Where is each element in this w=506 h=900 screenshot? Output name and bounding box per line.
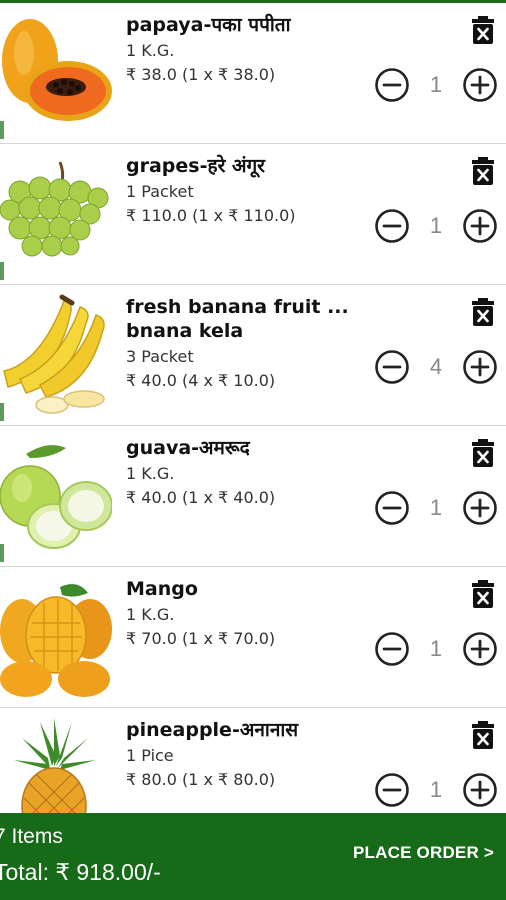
plus-circle-icon[interactable] bbox=[462, 772, 498, 808]
items-count: 7 Items bbox=[0, 825, 63, 848]
item-unit: 1 Pice bbox=[126, 746, 174, 765]
quantity-stepper: 1 bbox=[374, 67, 498, 105]
mango-image bbox=[0, 575, 112, 699]
minus-circle-icon[interactable] bbox=[374, 772, 410, 808]
minus-circle-icon[interactable] bbox=[374, 349, 410, 385]
minus-circle-icon[interactable] bbox=[374, 208, 410, 244]
cart-total: Total: ₹ 918.00/- bbox=[0, 859, 161, 885]
item-price: ₹ 110.0 (1 x ₹ 110.0) bbox=[126, 206, 296, 225]
plus-circle-icon[interactable] bbox=[462, 208, 498, 244]
image-edge bbox=[0, 262, 4, 280]
minus-circle-icon[interactable] bbox=[374, 631, 410, 667]
item-price: ₹ 40.0 (4 x ₹ 10.0) bbox=[126, 371, 276, 390]
quantity-value: 1 bbox=[429, 636, 443, 661]
quantity-stepper: 1 bbox=[374, 772, 498, 810]
trash-icon[interactable] bbox=[470, 15, 496, 45]
image-edge bbox=[0, 544, 4, 562]
image-edge bbox=[0, 403, 4, 421]
cart-item: Mango 1 K.G. ₹ 70.0 (1 x ₹ 70.0) 1 bbox=[0, 567, 506, 708]
item-price: ₹ 80.0 (1 x ₹ 80.0) bbox=[126, 770, 276, 789]
trash-icon[interactable] bbox=[470, 297, 496, 327]
item-price: ₹ 70.0 (1 x ₹ 70.0) bbox=[126, 629, 276, 648]
papaya-image bbox=[0, 11, 112, 135]
plus-circle-icon[interactable] bbox=[462, 631, 498, 667]
item-unit: 1 K.G. bbox=[126, 464, 175, 483]
image-edge bbox=[0, 121, 4, 139]
item-name-line-1: fresh banana fruit ... bbox=[126, 296, 349, 318]
quantity-value: 1 bbox=[429, 72, 443, 97]
cart-footer: 7 Items Total: ₹ 918.00/- PLACE ORDER > bbox=[0, 813, 506, 900]
item-unit: 3 Packet bbox=[126, 347, 194, 366]
trash-icon[interactable] bbox=[470, 438, 496, 468]
item-unit: 1 K.G. bbox=[126, 41, 175, 60]
item-unit: 1 K.G. bbox=[126, 605, 175, 624]
item-name-line-2: bnana kela bbox=[126, 320, 244, 342]
minus-circle-icon[interactable] bbox=[374, 490, 410, 526]
plus-circle-icon[interactable] bbox=[462, 490, 498, 526]
cart-item: papaya-पका पपीता 1 K.G. ₹ 38.0 (1 x ₹ 38… bbox=[0, 3, 506, 144]
quantity-stepper: 4 bbox=[374, 349, 498, 387]
quantity-value: 1 bbox=[429, 213, 443, 238]
cart-item: guava-अमरूद 1 K.G. ₹ 40.0 (1 x ₹ 40.0) 1 bbox=[0, 426, 506, 567]
place-order-button[interactable]: PLACE ORDER > bbox=[353, 843, 494, 863]
item-name: pineapple-अनानास bbox=[126, 719, 299, 741]
cart-item: grapes-हरे अंगूर 1 Packet ₹ 110.0 (1 x ₹… bbox=[0, 144, 506, 285]
item-price: ₹ 38.0 (1 x ₹ 38.0) bbox=[126, 65, 276, 84]
plus-circle-icon[interactable] bbox=[462, 349, 498, 385]
quantity-value: 1 bbox=[429, 495, 443, 520]
cart-list[interactable]: papaya-पका पपीता 1 K.G. ₹ 38.0 (1 x ₹ 38… bbox=[0, 3, 506, 813]
item-unit: 1 Packet bbox=[126, 182, 194, 201]
trash-icon[interactable] bbox=[470, 720, 496, 750]
pineapple-image bbox=[0, 716, 112, 813]
item-name: grapes-हरे अंगूर bbox=[126, 155, 265, 177]
minus-circle-icon[interactable] bbox=[374, 67, 410, 103]
plus-circle-icon[interactable] bbox=[462, 67, 498, 103]
item-name: guava-अमरूद bbox=[126, 437, 250, 459]
grapes-image bbox=[0, 152, 112, 276]
guava-image bbox=[0, 434, 112, 558]
quantity-stepper: 1 bbox=[374, 208, 498, 246]
item-name: papaya-पका पपीता bbox=[126, 14, 291, 36]
banana-image bbox=[0, 293, 112, 417]
trash-icon[interactable] bbox=[470, 156, 496, 186]
quantity-value: 4 bbox=[429, 354, 443, 379]
quantity-stepper: 1 bbox=[374, 631, 498, 669]
trash-icon[interactable] bbox=[470, 579, 496, 609]
item-price: ₹ 40.0 (1 x ₹ 40.0) bbox=[126, 488, 276, 507]
item-name: Mango bbox=[126, 578, 198, 600]
item-name: fresh banana fruit ... bnana kela bbox=[126, 295, 366, 343]
quantity-value: 1 bbox=[429, 777, 443, 802]
quantity-stepper: 1 bbox=[374, 490, 498, 528]
cart-item: fresh banana fruit ... bnana kela 3 Pack… bbox=[0, 285, 506, 426]
cart-item: pineapple-अनानास 1 Pice ₹ 80.0 (1 x ₹ 80… bbox=[0, 708, 506, 813]
